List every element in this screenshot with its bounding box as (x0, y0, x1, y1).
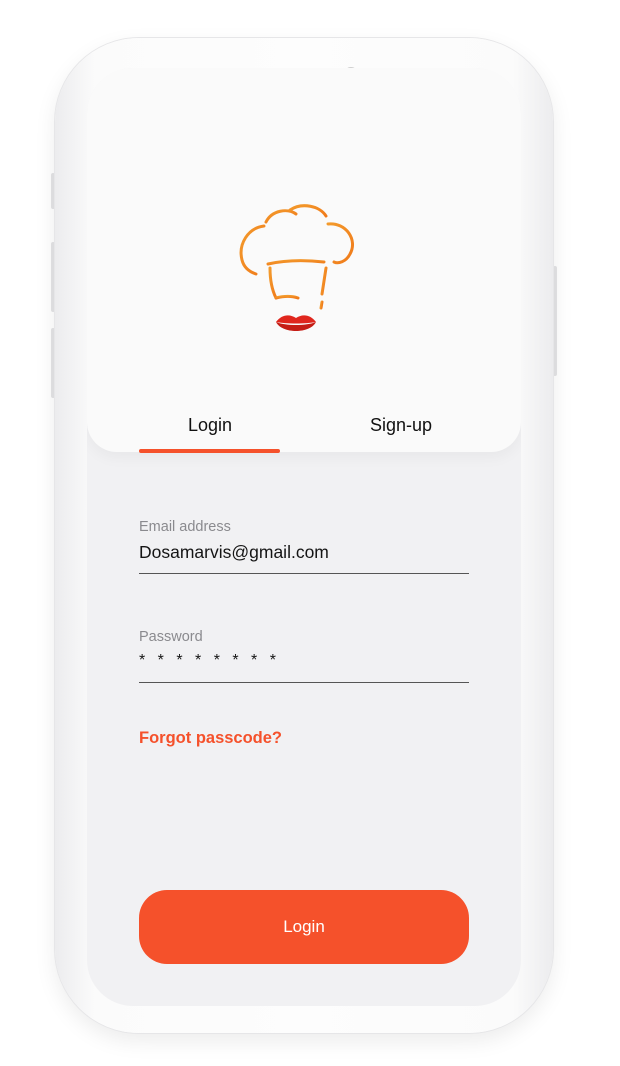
password-field[interactable] (139, 652, 469, 683)
lips-icon (276, 315, 316, 331)
email-field-group: Email address (139, 518, 469, 574)
chef-hat-lips-logo-icon (239, 204, 354, 331)
phone-frame: Login Sign-up Email address Password For… (55, 38, 553, 1033)
active-tab-indicator (139, 449, 280, 453)
device-stage: Login Sign-up Email address Password For… (0, 0, 620, 1066)
tab-signup[interactable]: Sign-up (331, 412, 471, 438)
email-field[interactable] (139, 542, 469, 574)
email-label: Email address (139, 519, 231, 535)
login-button[interactable]: Login (139, 890, 469, 964)
app-screen: Login Sign-up Email address Password For… (87, 68, 521, 1006)
power-button (553, 266, 557, 376)
forgot-passcode-link[interactable]: Forgot passcode? (139, 729, 282, 748)
tab-login[interactable]: Login (140, 412, 280, 438)
header-card: Login Sign-up (87, 68, 521, 453)
password-label: Password (139, 629, 203, 645)
password-field-group: Password (139, 628, 469, 683)
